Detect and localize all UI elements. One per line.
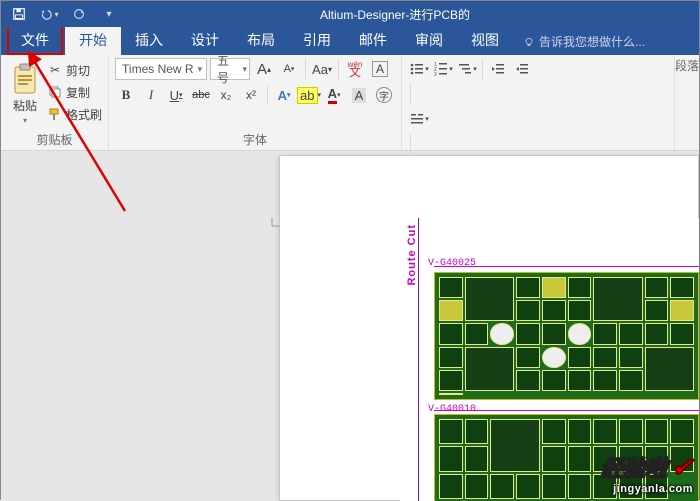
group-label-paragraph: 段落 — [675, 55, 699, 150]
tell-me-search[interactable]: 告诉我您想做什么... — [513, 28, 655, 55]
format-painter-button[interactable]: 格式刷 — [47, 104, 102, 124]
numbering-icon: 123 — [433, 61, 449, 77]
phonetic-guide-button[interactable]: wén文 — [344, 58, 366, 80]
paste-button[interactable]: 粘贴 ▾ — [7, 58, 43, 129]
tab-mailings[interactable]: 邮件 — [345, 25, 401, 55]
strikethrough-button[interactable]: abc — [190, 84, 212, 106]
underline-button[interactable]: U▾ — [165, 84, 187, 106]
scissors-icon: ✂ — [47, 62, 63, 78]
watermark: 经验啦✔ jingyanla.com — [601, 451, 693, 495]
watermark-text: 经验啦 — [601, 451, 667, 483]
window-title: Altium-Designer-进行PCB的 — [320, 6, 470, 23]
paste-label: 粘贴 — [13, 97, 37, 114]
grow-font-button[interactable]: A▴ — [253, 58, 275, 80]
tab-references[interactable]: 引用 — [289, 25, 345, 55]
svg-text:3: 3 — [434, 72, 437, 77]
increase-indent-button[interactable] — [511, 58, 533, 80]
multilevel-list-button[interactable]: ▾ — [456, 58, 478, 80]
qat-customize[interactable]: ▾ — [95, 2, 123, 26]
tell-me-placeholder: 告诉我您想做什么... — [539, 33, 645, 50]
quick-access-toolbar: ▾ ▾ — [1, 2, 127, 26]
document-page: Route Cut V-G40025 V-G40010 — [279, 155, 699, 501]
tab-home[interactable]: 开始 — [65, 25, 121, 55]
font-color-button[interactable]: A▾ — [323, 84, 345, 106]
font-family-combo[interactable]: Times New R▾ — [115, 58, 207, 80]
multilevel-icon — [457, 61, 473, 77]
save-button[interactable] — [5, 2, 33, 26]
decrease-indent-button[interactable] — [487, 58, 509, 80]
checkmark-icon: ✔ — [671, 452, 693, 483]
brush-icon — [47, 106, 63, 122]
chevron-down-icon: ▾ — [242, 64, 247, 75]
font-size-combo[interactable]: 五号▾ — [210, 58, 250, 80]
undo-button[interactable]: ▾ — [35, 2, 63, 26]
group-clipboard: 粘贴 ▾ ✂剪切 复制 格式刷 剪贴板 — [1, 55, 109, 150]
paste-icon — [11, 63, 39, 95]
redo-button[interactable] — [65, 2, 93, 26]
watermark-url: jingyanla.com — [601, 483, 693, 495]
superscript-button[interactable]: x² — [240, 84, 262, 106]
route-cut-label: Route Cut — [406, 224, 418, 286]
highlight-button[interactable]: ab▾ — [298, 84, 320, 106]
tab-design[interactable]: 设计 — [177, 25, 233, 55]
char-shading-button[interactable]: A — [348, 84, 370, 106]
change-case-button[interactable]: Aa▾ — [311, 58, 333, 80]
group-label-font: 字体 — [115, 129, 395, 148]
lightbulb-icon — [523, 36, 535, 48]
copy-button[interactable]: 复制 — [47, 82, 102, 102]
cut-button[interactable]: ✂剪切 — [47, 60, 102, 80]
ribbon: 粘贴 ▾ ✂剪切 复制 格式刷 剪贴板 Times New R▾ 五号▾ A▴ … — [1, 55, 699, 151]
bold-button[interactable]: B — [115, 84, 137, 106]
tab-view[interactable]: 视图 — [457, 25, 513, 55]
enclose-char-button[interactable]: 字 — [373, 84, 395, 106]
tab-file[interactable]: 文件 — [7, 25, 63, 55]
title-bar: ▾ ▾ Altium-Designer-进行PCB的 — [1, 1, 699, 27]
bullets-icon — [409, 61, 425, 77]
tab-insert[interactable]: 插入 — [121, 25, 177, 55]
group-font: Times New R▾ 五号▾ A▴ A▾ Aa▾ wén文 A B I U▾… — [109, 55, 402, 150]
shrink-font-button[interactable]: A▾ — [278, 58, 300, 80]
char-border-button[interactable]: A — [369, 58, 391, 80]
chevron-down-icon: ▾ — [198, 64, 203, 75]
dimension-text: V-G40025 — [428, 258, 476, 269]
subscript-button[interactable]: x₂ — [215, 84, 237, 106]
asian-layout-button[interactable]: ▾ — [408, 108, 430, 130]
document-gutter — [1, 151, 279, 501]
text-effects-button[interactable]: A▾ — [273, 84, 295, 106]
tab-review[interactable]: 审阅 — [401, 25, 457, 55]
group-paragraph: ▾ 123▾ ▾ ▾ A↓ ¶ ▾ ▾ — [402, 55, 675, 150]
group-label-clipboard: 剪贴板 — [7, 129, 102, 148]
bullets-button[interactable]: ▾ — [408, 58, 430, 80]
margin-marker-icon — [270, 210, 288, 228]
ribbon-tabs: 文件 开始 插入 设计 布局 引用 邮件 审阅 视图 告诉我您想做什么... — [1, 27, 699, 55]
italic-button[interactable]: I — [140, 84, 162, 106]
copy-icon — [47, 84, 63, 100]
tab-layout[interactable]: 布局 — [233, 25, 289, 55]
pcb-board-top — [434, 272, 699, 400]
numbering-button[interactable]: 123▾ — [432, 58, 454, 80]
document-area[interactable]: Route Cut V-G40025 V-G40010 — [1, 151, 699, 501]
